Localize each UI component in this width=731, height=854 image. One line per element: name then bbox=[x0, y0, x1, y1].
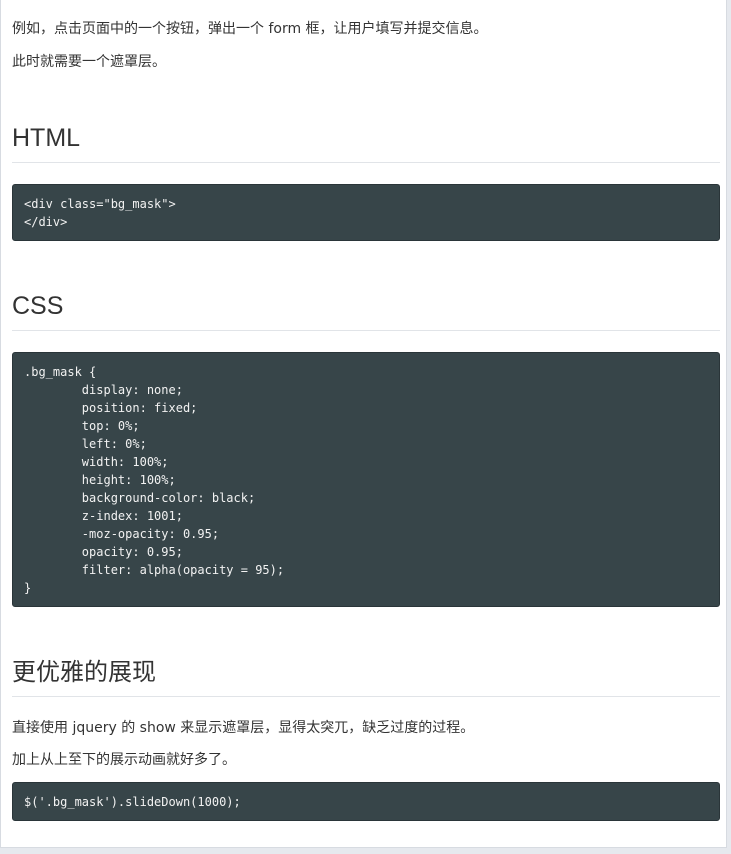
html-code-block: <div class="bg_mask"> </div> bbox=[12, 184, 720, 241]
article: 例如，点击页面中的一个按钮，弹出一个 form 框，让用户填写并提交信息。 此时… bbox=[0, 0, 727, 848]
elegant-section-heading: 更优雅的展现 bbox=[12, 655, 720, 697]
intro-paragraph-2: 此时就需要一个遮罩层。 bbox=[12, 54, 166, 70]
css-code-block: .bg_mask { display: none; position: fixe… bbox=[12, 352, 720, 607]
jquery-code-block: $('.bg_mask').slideDown(1000); bbox=[12, 782, 720, 821]
elegant-paragraph-1: 直接使用 jquery 的 show 来显示遮罩层，显得太突兀，缺乏过度的过程。 bbox=[12, 720, 475, 736]
css-section-heading: CSS bbox=[12, 289, 720, 331]
intro-paragraph-1: 例如，点击页面中的一个按钮，弹出一个 form 框，让用户填写并提交信息。 bbox=[12, 21, 488, 37]
elegant-paragraph-2: 加上从上至下的展示动画就好多了。 bbox=[12, 752, 236, 768]
html-section-heading: HTML bbox=[12, 121, 720, 163]
